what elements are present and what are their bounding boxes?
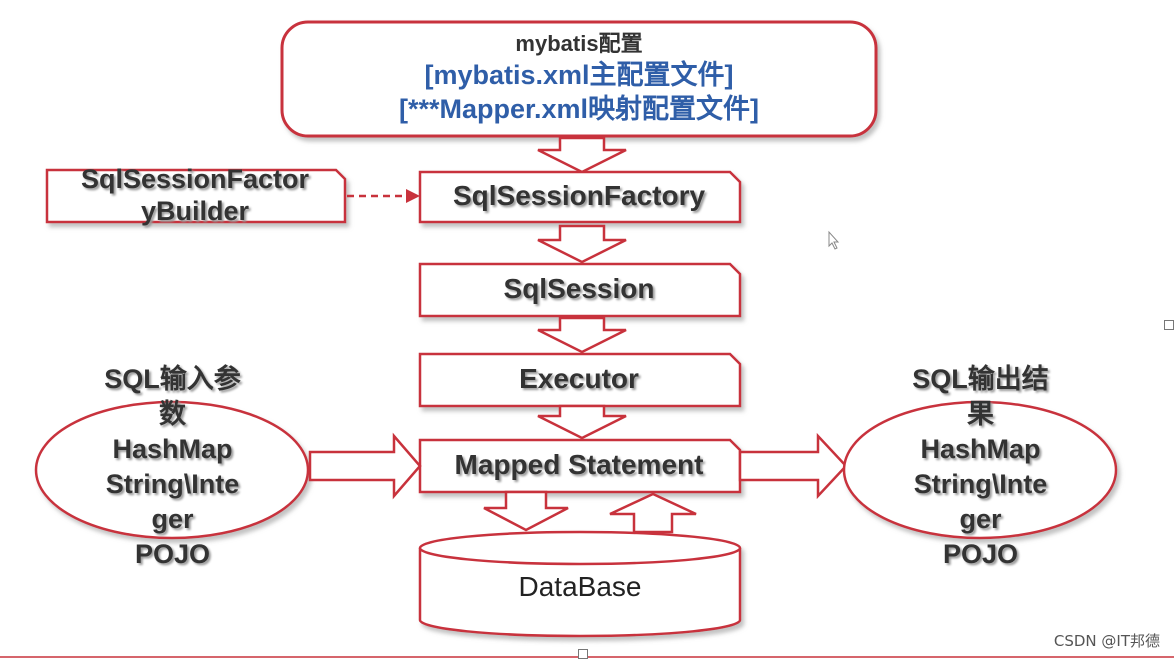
config-mapper-file: [***Mapper.xml映射配置文件] [398, 94, 760, 124]
arrow-factory-to-session [537, 224, 627, 264]
output-line: HashMap [920, 434, 1041, 464]
mapped-statement-label: Mapped Statement [454, 449, 704, 480]
factory-label: SqlSessionFactory [452, 180, 706, 211]
arrow-executor-to-mapped [537, 404, 627, 440]
database-label: DataBase [518, 571, 642, 602]
builder-label-line1: SqlSessionFactor [80, 164, 310, 194]
resize-handle[interactable] [578, 649, 588, 659]
builder-label-line2: yBuilder [140, 196, 250, 226]
output-line: String\Inte [913, 469, 1048, 499]
csdn-watermark: CSDN @IT邦德 [1053, 632, 1160, 650]
config-main-file: [mybatis.xml主配置文件] [424, 60, 734, 90]
input-line: POJO [134, 539, 211, 569]
arrow-config-to-factory [537, 136, 627, 174]
output-line: POJO [942, 539, 1019, 569]
executor-label: Executor [519, 363, 639, 394]
dashed-arrow-head [406, 189, 420, 203]
arrow-mapped-to-output [738, 432, 848, 500]
arrow-database-to-mapped [609, 492, 697, 534]
input-line: 数 [159, 399, 186, 429]
resize-handle[interactable] [1164, 320, 1174, 330]
session-label: SqlSession [503, 273, 655, 304]
output-line: 果 [967, 399, 994, 429]
config-title: mybatis配置 [515, 31, 643, 56]
output-line: ger [959, 504, 1002, 534]
arrow-session-to-executor [537, 316, 627, 354]
arrow-mapped-to-database [483, 490, 569, 532]
output-result-text: SQL输出结 果 HashMap String\Inte ger POJO [868, 362, 1093, 572]
mouse-cursor-icon [828, 230, 840, 250]
output-line: SQL输出结 [912, 364, 1049, 394]
input-line: SQL输入参 [104, 364, 241, 394]
input-line: String\Inte [105, 469, 240, 499]
input-params-text: SQL输入参 数 HashMap String\Inte ger POJO [60, 362, 285, 572]
arrow-input-to-mapped [308, 432, 422, 500]
input-line: HashMap [112, 434, 233, 464]
input-line: ger [151, 504, 194, 534]
